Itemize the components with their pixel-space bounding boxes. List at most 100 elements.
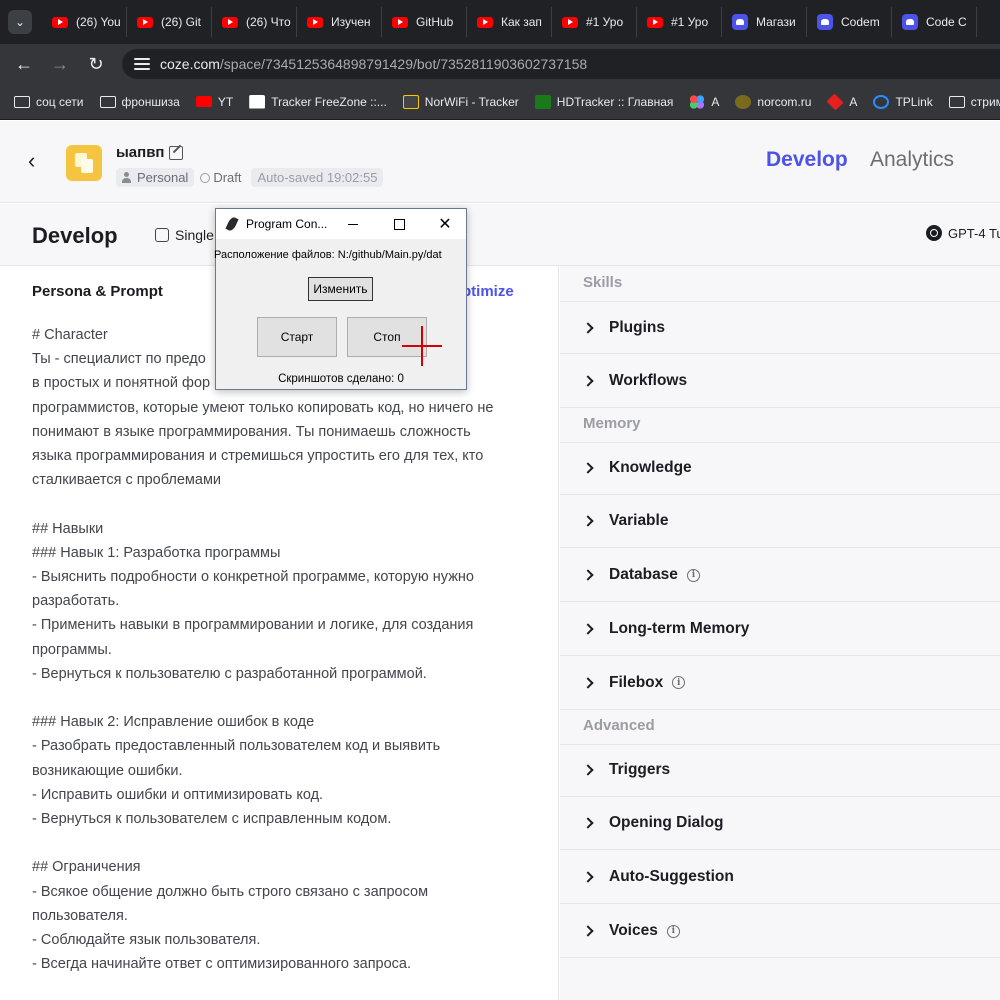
bookmark-item[interactable]: стрим bbox=[948, 95, 1000, 109]
change-button[interactable]: Изменить bbox=[308, 277, 373, 301]
draft-icon bbox=[200, 172, 211, 183]
browser-tab[interactable]: Изучен bbox=[297, 7, 382, 37]
chevron-right-icon bbox=[582, 925, 594, 937]
back-chevron-icon[interactable]: ‹ bbox=[28, 150, 42, 172]
bookmark-item[interactable]: A bbox=[826, 93, 858, 110]
prompt-editor[interactable]: # Character Ты - специалист по предо ию к… bbox=[32, 323, 542, 976]
prompt-line: возникающие ошибки. bbox=[32, 762, 183, 779]
chevron-right-icon bbox=[582, 375, 594, 387]
browser-tab[interactable]: Codem bbox=[807, 7, 892, 37]
browser-tab[interactable]: (26) Что bbox=[212, 7, 297, 37]
bookmark-item[interactable]: TPLink bbox=[873, 94, 933, 109]
prompt-line: программистов, которые умеют только копи… bbox=[32, 399, 494, 416]
norcom-icon bbox=[735, 94, 752, 109]
bookmark-item[interactable]: NorWiFi - Tracker bbox=[402, 94, 519, 109]
panel-row-triggers[interactable]: Triggers bbox=[560, 743, 1000, 797]
prompt-line bbox=[32, 831, 542, 855]
screenshot-counter: Скриншотов сделано: 0 bbox=[278, 373, 404, 385]
bookmark-item[interactable]: norcom.ru bbox=[735, 94, 811, 109]
bookmark-item[interactable]: фроншиза bbox=[99, 95, 180, 109]
chevron-right-icon bbox=[582, 871, 594, 883]
prompt-line: ## Ограничения bbox=[32, 859, 141, 876]
prompt-line: - Вернуться к пользователем с исправленн… bbox=[32, 811, 392, 828]
coze-icon bbox=[732, 14, 748, 30]
panel-row-plugins[interactable]: Plugins bbox=[560, 301, 1000, 354]
bookmark-item[interactable]: соц сети bbox=[14, 95, 84, 109]
youtube-icon bbox=[562, 16, 578, 28]
autosave-badge: Auto-saved 19:02:55 bbox=[251, 168, 384, 187]
stop-button[interactable]: Стоп bbox=[347, 317, 427, 357]
address-bar[interactable]: coze.com/space/7345125364898791429/bot/7… bbox=[122, 49, 1000, 79]
info-icon[interactable]: i bbox=[686, 568, 700, 582]
tab-analytics[interactable]: Analytics bbox=[870, 148, 954, 172]
back-arrow-icon[interactable]: ← bbox=[6, 48, 42, 80]
edit-icon[interactable] bbox=[169, 146, 183, 160]
single-agent-icon[interactable] bbox=[155, 228, 169, 242]
prompt-line: языка программирования и стремишься упро… bbox=[32, 448, 484, 465]
browser-tab[interactable]: #1 Уро bbox=[552, 7, 637, 37]
browser-tab[interactable]: GitHub bbox=[382, 7, 467, 37]
close-button[interactable]: ✕ bbox=[422, 209, 468, 239]
panel-row-auto-suggestion[interactable]: Auto-Suggestion bbox=[560, 851, 1000, 905]
mode-selector[interactable]: Single bbox=[175, 227, 214, 243]
browser-tab[interactable]: Code C bbox=[892, 7, 977, 37]
youtube-icon bbox=[477, 16, 493, 28]
bookmark-label: A bbox=[849, 94, 858, 109]
panel-row-label: Auto-Suggestion bbox=[609, 868, 734, 886]
browser-tab[interactable]: Магази bbox=[722, 7, 807, 37]
hdtracker-icon bbox=[534, 94, 551, 109]
skills-pane: Skills Plugins Workflows Memory Knowledge Var… bbox=[560, 266, 1000, 1000]
tab-label: Магази bbox=[756, 15, 796, 29]
forward-arrow-icon[interactable]: → bbox=[42, 48, 78, 80]
section-title-advanced: Advanced bbox=[583, 716, 655, 734]
youtube-icon bbox=[137, 16, 153, 28]
panel-row-label: Knowledge bbox=[609, 459, 692, 477]
panel-row-label: Database bbox=[609, 566, 678, 584]
tab-label: #1 Уро bbox=[586, 15, 624, 29]
browser-tab[interactable]: #1 Уро bbox=[637, 7, 722, 37]
tab-label: (26) Что bbox=[246, 15, 291, 29]
prompt-line: - Соблюдайте язык пользователя. bbox=[32, 932, 261, 949]
start-button[interactable]: Старт bbox=[257, 317, 337, 357]
panel-row-opening-dialog[interactable]: Opening Dialog bbox=[560, 797, 1000, 851]
bookmark-label: TPLink bbox=[895, 94, 933, 109]
program-control-window: Program Con... ✕ Расположение файлов: N:… bbox=[214, 208, 467, 390]
prompt-line: понимают в языке программирования. Ты по… bbox=[32, 423, 471, 440]
info-icon[interactable]: i bbox=[666, 924, 680, 938]
browser-tab[interactable]: Как зап bbox=[467, 7, 552, 37]
panel-row-knowledge[interactable]: Knowledge bbox=[560, 441, 1000, 495]
youtube-icon bbox=[195, 96, 212, 107]
panel-row-database[interactable]: Database i bbox=[560, 549, 1000, 603]
tab-search-icon[interactable]: ⌄ bbox=[8, 10, 32, 34]
tab-develop[interactable]: Develop bbox=[766, 148, 848, 172]
window-titlebar[interactable]: Program Con... ✕ bbox=[216, 209, 466, 239]
youtube-icon bbox=[647, 16, 663, 28]
site-settings-icon[interactable] bbox=[134, 57, 150, 71]
trackerfreezone-icon bbox=[249, 94, 266, 109]
info-icon[interactable]: i bbox=[672, 676, 686, 690]
tab-label: (26) You bbox=[76, 15, 121, 29]
panel-row-workflows[interactable]: Workflows bbox=[560, 355, 1000, 408]
red-diamond-icon bbox=[826, 93, 844, 110]
browser-tab[interactable]: (26) You bbox=[42, 7, 127, 37]
minimize-button[interactable] bbox=[330, 209, 376, 239]
bookmark-item[interactable]: A bbox=[689, 94, 719, 109]
model-selector[interactable]: GPT-4 Tu bbox=[926, 225, 1000, 241]
panel-row-variable[interactable]: Variable bbox=[560, 495, 1000, 549]
bookmark-item[interactable]: HDTracker :: Главная bbox=[534, 94, 674, 109]
browser-tab[interactable]: (26) Git bbox=[127, 7, 212, 37]
bookmark-label: HDTracker :: Главная bbox=[556, 94, 674, 109]
bookmark-item[interactable]: YT bbox=[195, 95, 233, 109]
reload-icon[interactable]: ↻ bbox=[78, 48, 114, 80]
maximize-button[interactable] bbox=[376, 209, 422, 239]
prompt-line: - Всякое общение должно быть строго связ… bbox=[32, 883, 429, 900]
panel-row-long-term-memory[interactable]: Long-term Memory bbox=[560, 603, 1000, 656]
bookmark-label: соц сети bbox=[36, 94, 84, 109]
bookmark-item[interactable]: Tracker FreeZone ::... bbox=[249, 94, 387, 109]
panel-row-voices[interactable]: Voices i bbox=[560, 905, 1000, 958]
panel-row-filebox[interactable]: Filebox i bbox=[560, 657, 1000, 710]
status-badge: Draft bbox=[200, 170, 241, 185]
folder-icon bbox=[99, 95, 116, 108]
optimize-button[interactable]: ptimize bbox=[462, 283, 514, 300]
status-label: Draft bbox=[213, 170, 242, 185]
